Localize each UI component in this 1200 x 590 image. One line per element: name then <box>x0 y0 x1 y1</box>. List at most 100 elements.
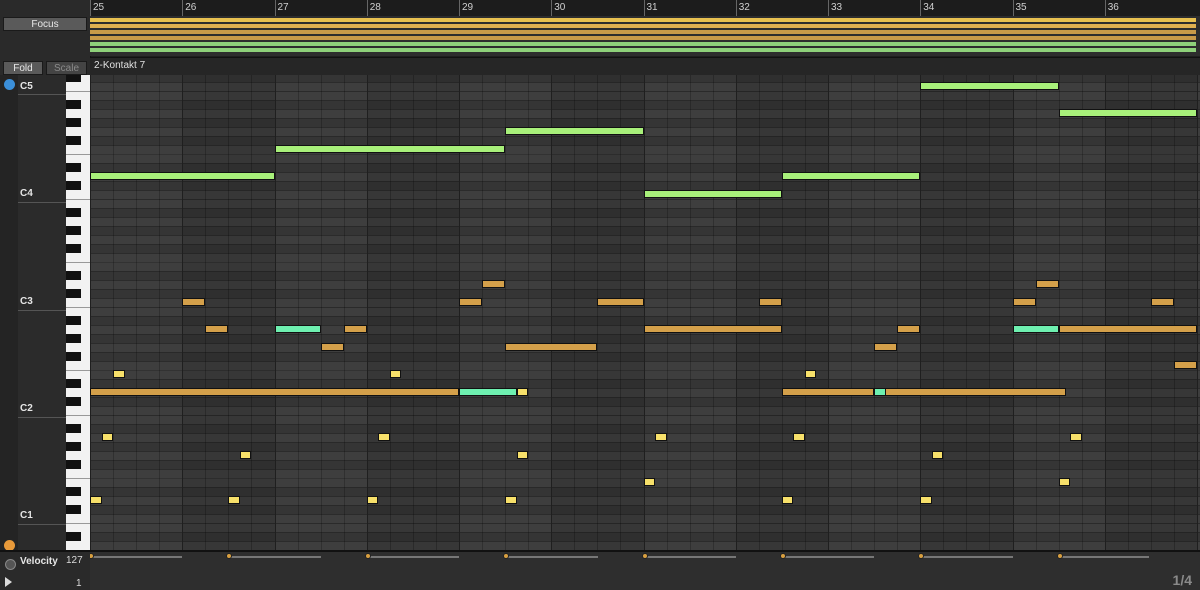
piano-black-key[interactable] <box>66 136 81 145</box>
midi-note[interactable] <box>897 325 921 333</box>
piano-black-key[interactable] <box>66 316 81 325</box>
velocity-handle[interactable] <box>641 553 648 559</box>
midi-note[interactable] <box>389 370 402 378</box>
midi-note[interactable] <box>505 127 644 135</box>
midi-note[interactable] <box>239 451 252 459</box>
bar-tick <box>643 0 645 16</box>
midi-note[interactable] <box>874 388 886 396</box>
focus-button[interactable]: Focus <box>3 17 87 31</box>
velocity-handle[interactable] <box>918 553 925 559</box>
midi-note[interactable] <box>920 82 1059 90</box>
midi-note[interactable] <box>320 343 344 351</box>
velocity-label: Velocity <box>20 556 58 567</box>
midi-note[interactable] <box>343 325 367 333</box>
midi-note[interactable] <box>505 496 517 504</box>
midi-note[interactable] <box>643 325 782 333</box>
midi-note[interactable] <box>505 343 598 351</box>
midi-note[interactable] <box>1058 478 1071 486</box>
midi-note[interactable] <box>781 496 794 504</box>
midi-note[interactable] <box>920 496 932 504</box>
velocity-handle[interactable] <box>364 553 371 559</box>
piano-black-key[interactable] <box>66 334 81 343</box>
piano-black-key[interactable] <box>66 208 81 217</box>
midi-note[interactable] <box>931 451 944 459</box>
piano-black-key[interactable] <box>66 271 81 280</box>
midi-note[interactable] <box>1035 280 1059 288</box>
bar-tick <box>920 0 922 16</box>
piano-black-key[interactable] <box>66 505 81 514</box>
arrow-up-circle-icon[interactable] <box>4 79 15 90</box>
bar-number-label: 28 <box>369 2 381 13</box>
clip-overview[interactable] <box>90 16 1200 56</box>
midi-note[interactable] <box>643 478 656 486</box>
midi-note[interactable] <box>1012 325 1059 333</box>
piano-black-key[interactable] <box>66 442 81 451</box>
midi-note[interactable] <box>274 145 506 153</box>
midi-note[interactable] <box>1173 361 1197 369</box>
piano-black-key[interactable] <box>66 532 81 541</box>
midi-note[interactable] <box>597 298 644 306</box>
overview-lane <box>90 30 1196 34</box>
midi-note[interactable] <box>378 433 390 441</box>
piano-black-key[interactable] <box>66 226 81 235</box>
midi-note[interactable] <box>758 298 782 306</box>
midi-note[interactable] <box>459 298 483 306</box>
midi-note[interactable] <box>90 388 459 396</box>
midi-note[interactable] <box>101 433 114 441</box>
piano-black-key[interactable] <box>66 397 81 406</box>
midi-note[interactable] <box>90 496 102 504</box>
piano-black-key[interactable] <box>66 379 81 388</box>
midi-note[interactable] <box>655 433 667 441</box>
midi-note[interactable] <box>516 388 529 396</box>
midi-note[interactable] <box>182 298 206 306</box>
piano-black-key[interactable] <box>66 75 81 82</box>
velocity-handle[interactable] <box>1056 553 1063 559</box>
midi-note[interactable] <box>482 280 506 288</box>
velocity-handle[interactable] <box>226 553 233 559</box>
bar-tick <box>90 0 91 16</box>
midi-note[interactable] <box>1070 433 1082 441</box>
piano-keyboard[interactable] <box>66 75 90 550</box>
midi-note[interactable] <box>516 451 529 459</box>
piano-black-key[interactable] <box>66 100 81 109</box>
midi-note[interactable] <box>1150 298 1174 306</box>
piano-black-key[interactable] <box>66 352 81 361</box>
bar-ruler[interactable]: 25 26 27 28 29 30 31 32 33 34 35 36 <box>90 0 1200 16</box>
midi-note[interactable] <box>643 190 782 198</box>
midi-note[interactable] <box>459 388 517 396</box>
midi-note[interactable] <box>113 370 125 378</box>
velocity-handle[interactable] <box>779 553 786 559</box>
midi-note[interactable] <box>1012 298 1036 306</box>
bar-number-label: 25 <box>93 2 105 13</box>
piano-black-key[interactable] <box>66 289 81 298</box>
velocity-handle[interactable] <box>90 553 94 559</box>
midi-note[interactable] <box>366 496 379 504</box>
midi-note[interactable] <box>90 172 275 180</box>
play-icon[interactable] <box>5 577 12 587</box>
midi-note[interactable] <box>793 433 805 441</box>
piano-black-key[interactable] <box>66 244 81 253</box>
piano-black-key[interactable] <box>66 181 81 190</box>
piano-black-key[interactable] <box>66 424 81 433</box>
midi-note[interactable] <box>781 172 921 180</box>
midi-note[interactable] <box>1058 109 1197 117</box>
velocity-toggle-icon[interactable] <box>5 559 16 570</box>
midi-note[interactable] <box>1058 325 1197 333</box>
midi-note[interactable] <box>228 496 240 504</box>
piano-black-key[interactable] <box>66 163 81 172</box>
midi-note[interactable] <box>804 370 817 378</box>
note-grid[interactable] <box>90 75 1200 550</box>
grid-line <box>874 75 876 550</box>
piano-black-key[interactable] <box>66 460 81 469</box>
midi-note[interactable] <box>274 325 321 333</box>
midi-note[interactable] <box>205 325 229 333</box>
velocity-lane[interactable]: 1/4 <box>90 550 1200 590</box>
velocity-handle[interactable] <box>503 553 510 559</box>
scale-button[interactable]: Scale <box>46 61 87 75</box>
midi-note[interactable] <box>781 388 875 396</box>
piano-black-key[interactable] <box>66 118 81 127</box>
midi-note[interactable] <box>874 343 898 351</box>
fold-button[interactable]: Fold <box>3 61 43 75</box>
piano-black-key[interactable] <box>66 487 81 496</box>
midi-note[interactable] <box>881 388 1066 396</box>
